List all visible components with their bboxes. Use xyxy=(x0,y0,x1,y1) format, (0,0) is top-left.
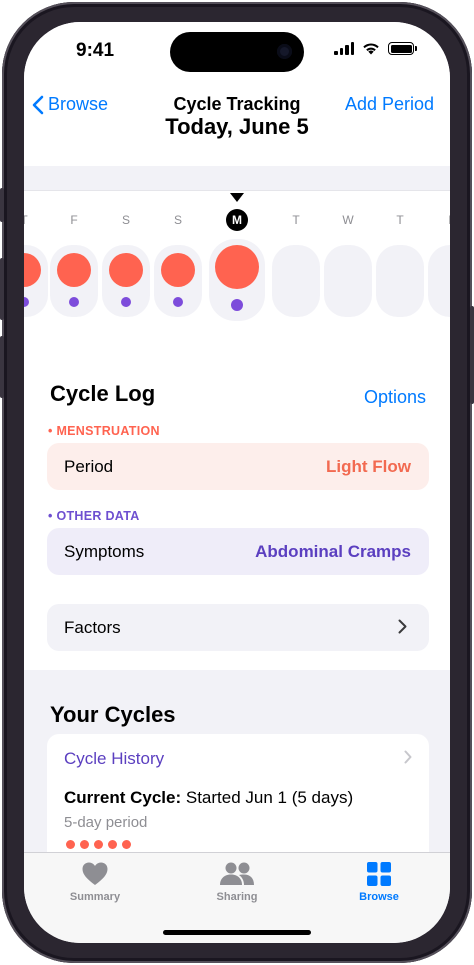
period-flow-dot xyxy=(215,245,259,289)
heart-icon xyxy=(82,862,108,885)
day-letter: T xyxy=(396,213,404,227)
calendar-day[interactable] xyxy=(102,245,150,317)
status-icons xyxy=(334,42,417,55)
tab-summary[interactable]: Summary xyxy=(45,861,145,903)
battery-icon xyxy=(388,42,417,55)
period-value: Light Flow xyxy=(326,457,411,476)
symptom-dot xyxy=(231,299,243,311)
tab-label: Summary xyxy=(69,891,121,903)
symptoms-row[interactable]: Symptoms Abdominal Cramps xyxy=(47,528,429,575)
factors-row[interactable]: Factors xyxy=(47,604,429,651)
tab-browse[interactable]: Browse xyxy=(329,861,429,903)
period-day-dot xyxy=(80,840,89,849)
period-flow-dot xyxy=(161,253,195,287)
calendar-day[interactable] xyxy=(50,245,98,317)
calendar-day[interactable] xyxy=(154,245,202,317)
day-letter: T xyxy=(292,213,300,227)
status-time: 9:41 xyxy=(76,40,115,61)
calendar-day[interactable] xyxy=(428,245,450,317)
symptom-dot xyxy=(24,297,29,307)
add-period-button[interactable]: Add Period xyxy=(345,94,434,115)
day-letter: W xyxy=(342,213,354,227)
wifi-icon xyxy=(363,43,379,55)
period-label: Period xyxy=(64,457,114,476)
day-letter: S xyxy=(173,213,182,227)
today-day-letter: M xyxy=(226,209,248,231)
screen: 9:41 Browse Cycle Tracking Add Period To… xyxy=(24,22,450,943)
symptom-dot xyxy=(173,297,183,307)
tab-sharing[interactable]: Sharing xyxy=(187,861,287,903)
period-day-dot xyxy=(122,840,131,849)
period-day-dot xyxy=(108,840,117,849)
home-indicator xyxy=(163,930,311,935)
tab-label: Sharing xyxy=(216,891,258,903)
your-cycles-title: Your Cycles xyxy=(50,702,176,727)
chevron-left-icon xyxy=(32,95,44,114)
period-row[interactable]: Period Light Flow xyxy=(47,443,429,490)
action-button xyxy=(0,188,4,222)
day-letter: F xyxy=(70,213,78,227)
day-letter: S xyxy=(121,213,130,227)
power-button xyxy=(470,306,474,404)
calendar-day-today[interactable] xyxy=(209,239,265,321)
grid-icon xyxy=(367,862,391,886)
cycle-log-section: Cycle Log Options • MENSTRUATION Period … xyxy=(24,367,450,670)
period-day-dot xyxy=(94,840,103,849)
back-button[interactable]: Browse xyxy=(32,94,108,115)
people-icon xyxy=(220,862,254,885)
symptom-dot xyxy=(69,297,79,307)
current-cycle-label: Current Cycle: xyxy=(64,788,182,807)
chevron-right-icon xyxy=(398,619,407,634)
chevron-right-icon xyxy=(404,750,412,764)
period-flow-dot xyxy=(109,253,143,287)
other-data-label: • OTHER DATA xyxy=(48,509,140,523)
calendar-day[interactable] xyxy=(376,245,424,317)
menstruation-label: • MENSTRUATION xyxy=(48,424,160,438)
dynamic-island xyxy=(170,32,304,72)
calendar-strip[interactable]: TFSSMTWTF xyxy=(24,190,450,368)
symptoms-value: Abdominal Cramps xyxy=(255,542,411,561)
tab-label: Browse xyxy=(359,891,399,903)
volume-up-button xyxy=(0,258,4,320)
period-day-dot xyxy=(66,840,75,849)
calendar-day[interactable] xyxy=(24,245,48,317)
options-button[interactable]: Options xyxy=(364,387,426,408)
camera-icon xyxy=(277,44,292,59)
period-flow-dot xyxy=(57,253,91,287)
calendar-day[interactable] xyxy=(272,245,320,317)
current-cycle-value: Started Jun 1 (5 days) xyxy=(185,788,354,807)
cellular-signal-icon xyxy=(334,42,354,55)
symptoms-label: Symptoms xyxy=(64,542,145,561)
day-letter: F xyxy=(440,213,450,227)
back-button-label: Browse xyxy=(48,94,109,114)
calendar-day[interactable] xyxy=(324,245,372,317)
cycle-history-link[interactable]: Cycle History xyxy=(64,749,164,769)
symptom-dot xyxy=(121,297,131,307)
today-marker-icon xyxy=(230,193,244,202)
factors-label: Factors xyxy=(64,618,121,637)
period-flow-dot xyxy=(24,253,41,287)
status-bar: 9:41 xyxy=(24,22,450,84)
selected-date-title: Today, June 5 xyxy=(165,114,309,139)
current-cycle-line: Current Cycle: Started Jun 1 (5 days) xyxy=(64,788,353,808)
period-days-dots xyxy=(66,840,131,849)
period-length-text: 5-day period xyxy=(64,814,148,831)
volume-down-button xyxy=(0,336,4,398)
cycle-log-title: Cycle Log xyxy=(50,381,156,406)
day-letter: T xyxy=(24,213,36,227)
